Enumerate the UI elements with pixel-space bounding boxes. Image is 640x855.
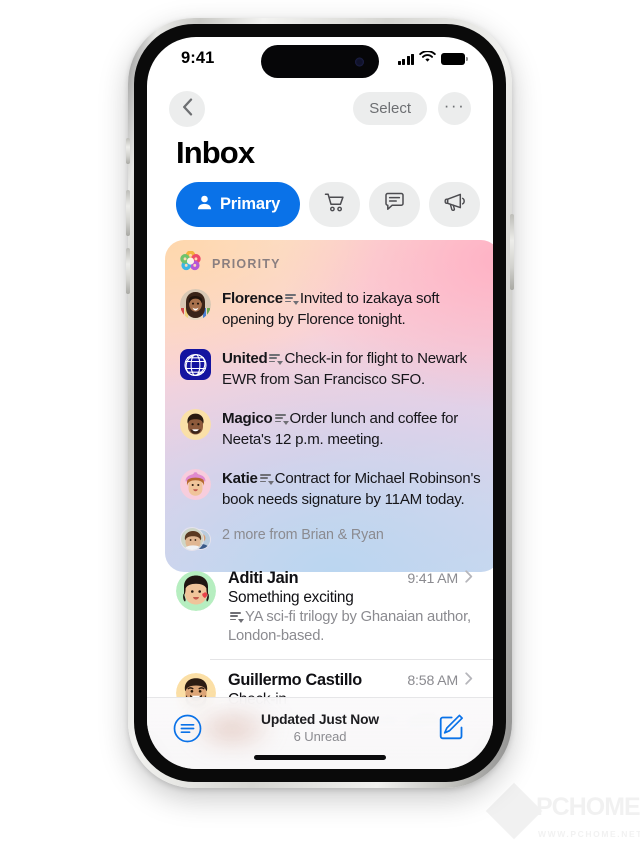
mail-row-meta: 9:41 AM [407, 570, 473, 588]
wifi-icon [419, 50, 436, 68]
mail-row-header: Guillermo Castillo 8:58 AM [228, 671, 473, 690]
priority-item-sender: Magico [222, 410, 273, 427]
priority-item-sender: United [222, 350, 268, 367]
tab-primary-label: Primary [220, 195, 281, 213]
priority-label: PRIORITY [212, 257, 281, 271]
priority-item-text: Florence Invited to izakaya soft opening … [222, 288, 485, 330]
priority-item[interactable]: Magico Order lunch and coffee for Neeta's… [180, 399, 485, 459]
watermark-subtitle: WWW.PCHOME.NET [538, 829, 640, 839]
iphone-device-frame: 9:41 Select ··· Inbox Primary PRIORITY F… [126, 18, 514, 788]
summary-glyph-icon [274, 413, 289, 425]
priority-more-row[interactable]: 2 more from Brian & Ryan [180, 519, 485, 559]
silent-switch[interactable] [126, 138, 130, 164]
priority-item-sender: Florence [222, 290, 283, 307]
more-options-button[interactable]: ··· [438, 92, 471, 125]
cellular-signal-icon [397, 53, 414, 65]
mail-row-meta: 8:58 AM [407, 672, 473, 690]
device-bezel: 9:41 Select ··· Inbox Primary PRIORITY F… [134, 24, 506, 782]
photo-woman-avatar [180, 289, 211, 320]
person-icon [196, 194, 213, 216]
status-bar-clock: 9:41 [181, 49, 215, 67]
select-button[interactable]: Select [353, 92, 427, 125]
home-indicator[interactable] [254, 755, 386, 760]
tab-transactions[interactable] [309, 182, 361, 227]
watermark: PCHOME WWW.PCHOME.NET [485, 782, 640, 847]
priority-item[interactable]: United Check-in for flight to Newark EWR … [180, 339, 485, 399]
dynamic-island [261, 45, 379, 78]
tab-primary[interactable]: Primary [176, 182, 301, 227]
tab-promotions[interactable] [429, 182, 481, 227]
category-tabs: Primary [176, 182, 481, 227]
priority-item[interactable]: Katie Contract for Michael Robinson's boo… [180, 459, 485, 519]
status-bar: 9:41 [147, 37, 493, 85]
megaphone-icon [444, 192, 466, 218]
page-title: Inbox [176, 135, 255, 170]
chevron-left-icon [182, 97, 193, 121]
mail-row-body: Aditi Jain 9:41 AM Something exciting YA… [228, 569, 473, 646]
device-screen: 9:41 Select ··· Inbox Primary PRIORITY F… [147, 37, 493, 769]
priority-item-text: Magico Order lunch and coffee for Neeta's… [222, 408, 485, 450]
priority-summary-card[interactable]: PRIORITY Florence Invited to izakaya sof… [165, 240, 493, 572]
summary-glyph-icon [230, 611, 244, 623]
compose-icon [437, 714, 467, 746]
chevron-right-icon [465, 570, 473, 588]
memoji-woman-heart-avatar [176, 571, 216, 611]
watermark-title: PCHOME [536, 793, 640, 821]
priority-header: PRIORITY [180, 250, 485, 277]
summary-glyph-icon [284, 293, 299, 305]
mail-row-header: Aditi Jain 9:41 AM [228, 569, 473, 588]
memoji-man-avatar [180, 409, 211, 440]
mail-preview-text: YA sci-fi trilogy by Ghanaian author, Lo… [228, 609, 471, 644]
mail-sender: Aditi Jain [228, 569, 299, 587]
mail-subject: Something exciting [228, 589, 354, 606]
united-airlines-logo [180, 349, 211, 380]
mail-preview: YA sci-fi trilogy by Ghanaian author, Lo… [228, 608, 473, 646]
volume-down-button[interactable] [126, 248, 130, 294]
priority-more-label: 2 more from Brian & Ryan [222, 527, 384, 543]
avatar-brian [180, 527, 204, 551]
front-camera-icon [355, 57, 364, 66]
screenshot-root: 9:41 Select ··· Inbox Primary PRIORITY F… [0, 0, 640, 855]
mail-time: 9:41 AM [407, 571, 458, 587]
battery-icon [441, 53, 468, 65]
cart-icon [324, 192, 346, 218]
tab-updates[interactable] [369, 182, 421, 227]
priority-item[interactable]: Florence Invited to izakaya soft opening … [180, 279, 485, 339]
bottom-toolbar: Updated Just Now 6 Unread [147, 697, 493, 769]
volume-up-button[interactable] [126, 190, 130, 236]
mail-sender: Guillermo Castillo [228, 671, 362, 689]
stacked-avatars [180, 524, 211, 555]
compose-button[interactable] [437, 712, 467, 742]
navigation-bar: Select ··· [147, 87, 493, 135]
power-button[interactable] [510, 214, 514, 290]
summary-glyph-icon [269, 353, 284, 365]
back-button[interactable] [169, 91, 205, 127]
table-row[interactable]: Aditi Jain 9:41 AM Something exciting YA… [147, 557, 493, 659]
chevron-right-icon [465, 672, 473, 690]
summary-glyph-icon [259, 473, 274, 485]
apple-intelligence-icon [180, 250, 201, 277]
priority-item-text: United Check-in for flight to Newark EWR … [222, 348, 485, 390]
priority-item-text: Katie Contract for Michael Robinson's boo… [222, 468, 485, 510]
memoji-woman-pink-hat-avatar [180, 469, 211, 500]
priority-item-sender: Katie [222, 470, 258, 487]
chat-bubble-icon [384, 192, 405, 217]
status-bar-indicators [397, 50, 468, 68]
watermark-diamond-icon [485, 782, 543, 840]
mail-time: 8:58 AM [407, 673, 458, 689]
